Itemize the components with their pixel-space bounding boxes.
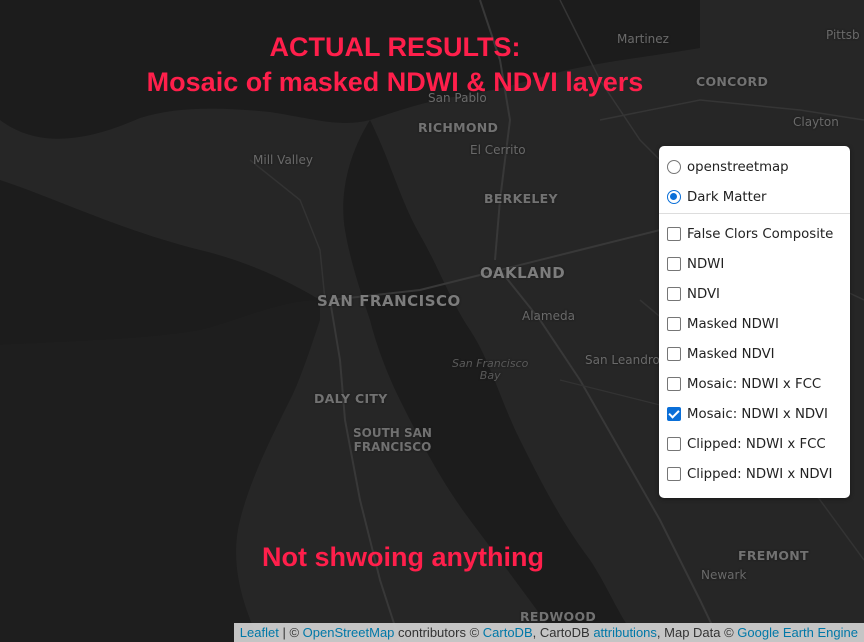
checkbox-clipped-ndwi-ndvi[interactable] bbox=[667, 467, 681, 481]
attribution-text: | © bbox=[278, 625, 303, 640]
attribution-text: , Map Data © bbox=[656, 625, 738, 640]
attributions-link[interactable]: attributions bbox=[593, 625, 657, 640]
overlay-label: NDVI bbox=[687, 286, 720, 302]
overlay-clipped-ndwi-fcc[interactable]: Clipped: NDWI x FCC bbox=[667, 433, 826, 455]
base-layer-openstreetmap[interactable]: openstreetmap bbox=[667, 156, 789, 178]
overlay-label: False Clors Composite bbox=[687, 226, 834, 242]
checkbox-clipped-ndwi-fcc[interactable] bbox=[667, 437, 681, 451]
radio-dark-matter[interactable] bbox=[667, 190, 681, 204]
overlay-ndvi[interactable]: NDVI bbox=[667, 283, 720, 305]
annotation-bottom-note: Not shwoing anything bbox=[262, 542, 544, 572]
overlay-mosaic-ndwi-fcc[interactable]: Mosaic: NDWI x FCC bbox=[667, 373, 821, 395]
base-layer-label: Dark Matter bbox=[687, 189, 767, 205]
place-berkeley: BERKELEY bbox=[484, 191, 558, 206]
checkbox-ndwi[interactable] bbox=[667, 257, 681, 271]
place-alameda: Alameda bbox=[522, 309, 575, 323]
overlay-label: Masked NDVI bbox=[687, 346, 775, 362]
checkbox-masked-ndwi[interactable] bbox=[667, 317, 681, 331]
layer-control: openstreetmap Dark Matter False Clors Co… bbox=[659, 146, 850, 498]
google-earth-engine-link[interactable]: Google Earth Engine bbox=[737, 625, 858, 640]
overlay-label: Clipped: NDWI x NDVI bbox=[687, 466, 833, 482]
attribution-bar: Leaflet | © OpenStreetMap contributors ©… bbox=[233, 623, 864, 642]
place-san-leandro: San Leandro bbox=[585, 353, 660, 367]
place-daly-city: DALY CITY bbox=[314, 391, 388, 406]
place-el-cerrito: El Cerrito bbox=[470, 143, 526, 157]
checkbox-mosaic-ndwi-fcc[interactable] bbox=[667, 377, 681, 391]
checkbox-false-colors-composite[interactable] bbox=[667, 227, 681, 241]
overlay-clipped-ndwi-ndvi[interactable]: Clipped: NDWI x NDVI bbox=[667, 463, 832, 485]
overlay-label: Mosaic: NDWI x FCC bbox=[687, 376, 822, 392]
place-oakland: OAKLAND bbox=[480, 264, 566, 282]
annotation-title-line2: Mosaic of masked NDWI & NDVI layers bbox=[146, 67, 644, 97]
place-sf-bay: San Francisco Bay bbox=[452, 358, 528, 382]
attribution-text: contributors © bbox=[394, 625, 483, 640]
base-layer-label: openstreetmap bbox=[687, 159, 789, 175]
south-sf-line2: FRANCISCO bbox=[353, 440, 432, 454]
leaflet-link[interactable]: Leaflet bbox=[240, 625, 279, 640]
cartodb-link[interactable]: CartoDB bbox=[483, 625, 533, 640]
place-pittsburg: Pittsb bbox=[826, 28, 860, 42]
place-mill-valley: Mill Valley bbox=[253, 153, 313, 167]
overlay-label: NDWI bbox=[687, 256, 725, 272]
overlay-masked-ndvi[interactable]: Masked NDVI bbox=[667, 343, 775, 365]
place-south-sf: SOUTH SAN FRANCISCO bbox=[353, 426, 432, 454]
place-clayton: Clayton bbox=[793, 115, 839, 129]
overlay-label: Clipped: NDWI x FCC bbox=[687, 436, 826, 452]
sf-bay-line2: Bay bbox=[479, 369, 501, 382]
checkbox-ndvi[interactable] bbox=[667, 287, 681, 301]
overlay-label: Masked NDWI bbox=[687, 316, 779, 332]
south-sf-line1: SOUTH SAN bbox=[353, 426, 432, 440]
radio-openstreetmap[interactable] bbox=[667, 160, 681, 174]
attribution-text: , CartoDB bbox=[532, 625, 594, 640]
checkbox-mosaic-ndwi-ndvi[interactable] bbox=[667, 407, 681, 421]
overlay-masked-ndwi[interactable]: Masked NDWI bbox=[667, 313, 779, 335]
overlay-mosaic-ndwi-ndvi[interactable]: Mosaic: NDWI x NDVI bbox=[667, 403, 828, 425]
overlay-ndwi[interactable]: NDWI bbox=[667, 253, 724, 275]
layer-control-separator bbox=[659, 213, 850, 214]
place-richmond: RICHMOND bbox=[418, 120, 499, 135]
annotation-title-line1: ACTUAL RESULTS: bbox=[269, 32, 521, 62]
place-san-francisco: SAN FRANCISCO bbox=[317, 292, 461, 310]
overlay-false-colors-composite[interactable]: False Clors Composite bbox=[667, 223, 833, 245]
base-layer-dark-matter[interactable]: Dark Matter bbox=[667, 186, 766, 208]
checkbox-masked-ndvi[interactable] bbox=[667, 347, 681, 361]
overlay-label: Mosaic: NDWI x NDVI bbox=[687, 406, 828, 422]
place-redwood: REDWOOD bbox=[520, 609, 597, 624]
openstreetmap-link[interactable]: OpenStreetMap bbox=[303, 625, 395, 640]
